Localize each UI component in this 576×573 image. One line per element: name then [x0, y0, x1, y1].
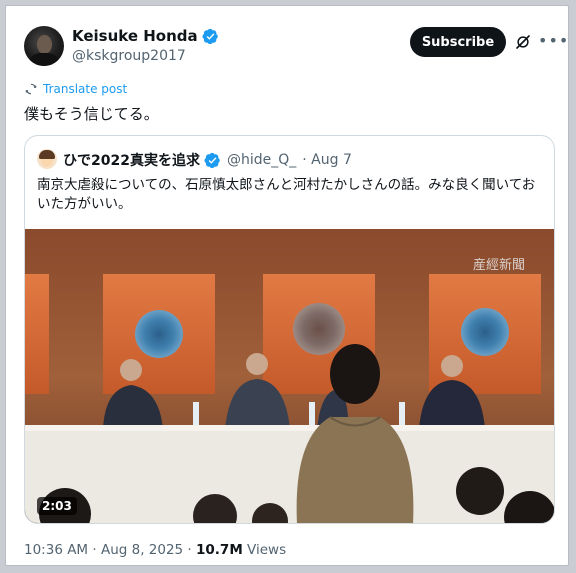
quoted-author-name[interactable]: ひで2022真実を追求: [63, 150, 200, 170]
post-card: Keisuke Honda @kskgroup2017 Subscribe ••…: [5, 5, 569, 566]
post-timestamp[interactable]: 10:36 AM · Aug 8, 2025: [24, 542, 183, 558]
verified-badge-icon: [204, 152, 220, 168]
avatar-face: [37, 35, 52, 54]
video-frame: 産經新聞: [25, 229, 554, 523]
views-label: Views: [242, 542, 287, 558]
subscribe-button[interactable]: Subscribe: [410, 27, 506, 57]
video-watermark: 産經新聞: [473, 257, 525, 273]
author-avatar[interactable]: [24, 26, 64, 66]
quoted-avatar-hair: [39, 150, 55, 159]
grok-icon[interactable]: [514, 33, 532, 51]
video-duration: 2:03: [37, 497, 77, 515]
quoted-text: 南京大虐殺についての、石原慎太郎さんと河村たかしさんの話。みな良く聞いておいた方…: [37, 177, 536, 212]
quoted-author-handle[interactable]: @hide_Q_: [227, 152, 296, 168]
meta-separator: ·: [183, 542, 197, 558]
quoted-author-avatar[interactable]: [37, 149, 57, 169]
translate-post-link[interactable]: Translate post: [43, 82, 127, 96]
quoted-header: ひで2022真実を追求 @hide_Q_ · Aug 7: [63, 150, 352, 170]
verified-badge-icon: [202, 28, 218, 44]
author-handle[interactable]: @kskgroup2017: [72, 48, 186, 64]
post-text: 僕もそう信じてる。: [24, 105, 159, 123]
post-meta: 10:36 AM · Aug 8, 2025 · 10.7M Views: [24, 542, 286, 558]
video-player[interactable]: 産經新聞 2:03: [25, 229, 554, 523]
quoted-date[interactable]: · Aug 7: [302, 152, 352, 168]
translate-row[interactable]: Translate post: [24, 82, 127, 96]
translate-icon: [25, 83, 37, 95]
quoted-post[interactable]: ひで2022真実を追求 @hide_Q_ · Aug 7 南京大虐殺についての、…: [24, 135, 555, 524]
views-count: 10.7M: [196, 542, 243, 558]
avatar-body: [30, 53, 58, 66]
author-name-row: Keisuke Honda: [72, 27, 219, 45]
author-name[interactable]: Keisuke Honda: [72, 27, 198, 45]
more-icon[interactable]: •••: [538, 33, 568, 49]
